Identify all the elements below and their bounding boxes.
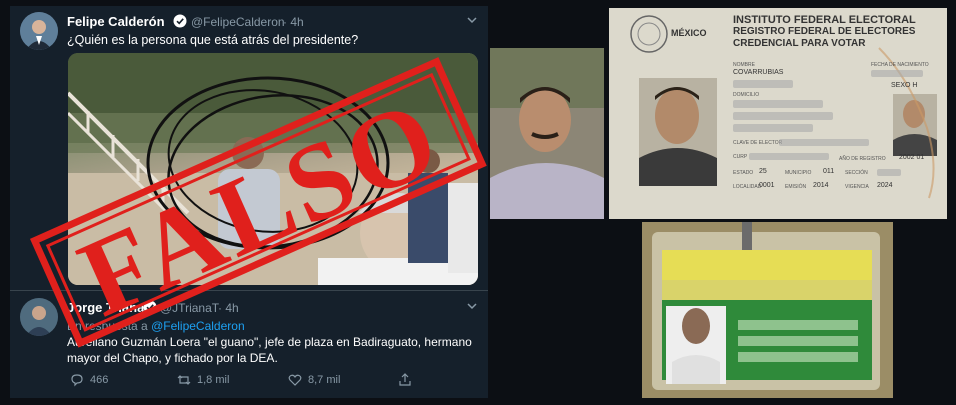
retweet-action[interactable]: 1,8 mil xyxy=(177,372,229,388)
redacted-field xyxy=(749,153,829,160)
ine-title-line3: CREDENCIAL PARA VOTAR xyxy=(733,38,866,49)
tweet-panel: Felipe Calderón @FelipeCalderon · 4h ¿Qu… xyxy=(10,6,488,398)
green-id-card-photo xyxy=(642,222,893,398)
ine-registro: 2002 01 xyxy=(899,154,925,161)
ine-title-line1: INSTITUTO FEDERAL ELECTORAL xyxy=(733,14,916,26)
share-icon xyxy=(399,373,411,386)
ine-curp-label: CURP xyxy=(733,154,748,160)
tweet-photo[interactable] xyxy=(68,53,478,285)
like-action[interactable]: 8,7 mil xyxy=(288,372,340,388)
redacted-field xyxy=(733,124,813,132)
author-handle[interactable]: @FelipeCalderon xyxy=(191,15,285,29)
redacted-field xyxy=(877,169,901,176)
reply-author-name[interactable]: Jorge Triana xyxy=(67,300,144,315)
reply-count: 466 xyxy=(90,374,109,386)
face-closeup-photo xyxy=(490,48,604,219)
ine-municipio: 011 xyxy=(823,168,835,175)
in-reply-prefix: En respuesta a xyxy=(67,319,152,333)
ine-municipio-label: MUNICIPIO xyxy=(785,170,812,176)
ine-vigencia: 2024 xyxy=(877,182,893,189)
ine-registro-label: AÑO DE REGISTRO xyxy=(839,156,886,162)
chevron-down-icon[interactable] xyxy=(466,300,478,315)
tweet-time[interactable]: · 4h xyxy=(283,15,304,29)
redacted-field xyxy=(871,70,923,77)
ine-clave-label: CLAVE DE ELECTOR xyxy=(733,140,783,146)
redacted-field xyxy=(779,139,869,146)
tweet-actions: 466 1,8 mil 8,7 mil xyxy=(70,372,430,388)
ine-nombre: COVARRUBIAS xyxy=(733,69,784,76)
ine-seccion-label: SECCIÓN xyxy=(845,170,868,176)
tweet-divider xyxy=(10,290,488,291)
ine-estado: 25 xyxy=(759,168,767,175)
share-action[interactable] xyxy=(398,372,412,388)
ine-fecha-label: FECHA DE NACIMIENTO xyxy=(871,62,929,68)
reply-icon xyxy=(71,374,83,387)
reply-avatar[interactable] xyxy=(20,298,58,336)
reply-action[interactable]: 466 xyxy=(70,372,108,388)
ine-localidad: 0001 xyxy=(759,182,775,189)
redacted-field xyxy=(733,80,793,88)
retweet-icon xyxy=(177,375,191,385)
ine-voter-card: MÉXICO INSTITUTO FEDERAL ELECTORAL REGIS… xyxy=(609,8,947,219)
composite-image: Felipe Calderón @FelipeCalderon · 4h ¿Qu… xyxy=(0,0,956,405)
ine-emision: 2014 xyxy=(813,182,829,189)
verified-icon xyxy=(173,14,187,33)
ine-emision-label: EMISIÓN xyxy=(785,184,807,190)
reply-text-line2: mayor del Chapo, y fichado por la DEA. xyxy=(67,351,278,365)
ine-vigencia-label: VIGENCIA xyxy=(845,184,869,190)
reply-time[interactable]: · 4h xyxy=(218,301,239,315)
verified-icon xyxy=(143,300,157,319)
ine-localidad-label: LOCALIDAD xyxy=(733,184,762,190)
like-count: 8,7 mil xyxy=(308,374,341,386)
retweet-count: 1,8 mil xyxy=(197,374,230,386)
reply-text-line1: Aureliano Guzmán Loera "el guano", jefe … xyxy=(67,335,472,349)
ine-title-line2: REGISTRO FEDERAL DE ELECTORES xyxy=(733,26,916,37)
ine-domicilio-label: DOMICILIO xyxy=(733,92,760,98)
redacted-field xyxy=(733,100,823,108)
ine-country: MÉXICO xyxy=(671,28,707,38)
like-icon xyxy=(288,374,302,386)
reply-author-handle[interactable]: @JTrianaT xyxy=(160,301,219,315)
ine-nombre-label: NOMBRE xyxy=(733,62,755,68)
ine-sexo: SEXO H xyxy=(891,82,918,89)
in-reply-handle-link[interactable]: @FelipeCalderon xyxy=(151,319,245,333)
tweet-text: ¿Quién es la persona que está atrás del … xyxy=(67,33,359,47)
ine-estado-label: ESTADO xyxy=(733,170,754,176)
redacted-field xyxy=(733,112,833,120)
author-avatar[interactable] xyxy=(20,12,58,50)
chevron-down-icon[interactable] xyxy=(466,14,478,29)
author-name[interactable]: Felipe Calderón xyxy=(67,14,165,29)
in-reply-to: En respuesta a @FelipeCalderon xyxy=(67,318,245,334)
